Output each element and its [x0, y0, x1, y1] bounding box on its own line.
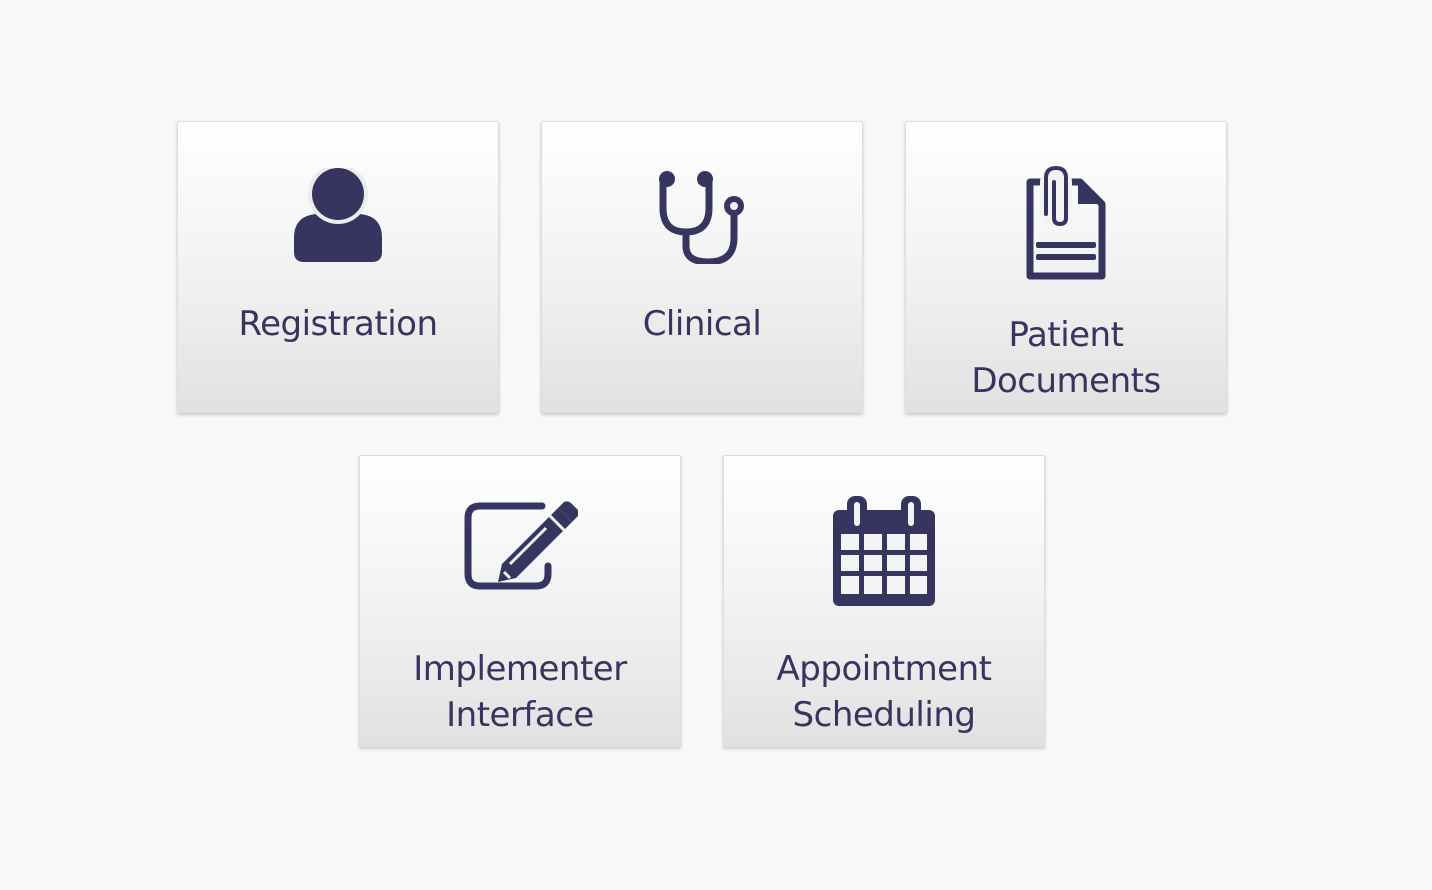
- calendar-icon: [724, 494, 1044, 608]
- patient-documents-tile[interactable]: Patient Documents: [905, 121, 1227, 413]
- appointment-scheduling-label-line-1: Appointment: [776, 649, 992, 689]
- registration-label: Registration: [178, 301, 498, 347]
- registration-label-line-1: Registration: [238, 304, 438, 344]
- appointment-scheduling-label: Appointment Scheduling: [724, 646, 1044, 738]
- edit-pencil-icon: [360, 500, 680, 592]
- implementer-interface-label-line-2: Interface: [446, 695, 594, 735]
- app-launcher: Registration Clinical Patient Documents …: [0, 0, 1432, 890]
- registration-tile[interactable]: Registration: [177, 121, 499, 413]
- clinical-label-line-1: Clinical: [642, 304, 762, 344]
- appointment-scheduling-tile[interactable]: Appointment Scheduling: [723, 455, 1045, 747]
- user-icon: [178, 168, 498, 264]
- clinical-tile[interactable]: Clinical: [541, 121, 863, 413]
- appointment-scheduling-label-line-2: Scheduling: [792, 695, 976, 735]
- implementer-interface-tile[interactable]: Implementer Interface: [359, 455, 681, 747]
- patient-documents-label: Patient Documents: [906, 312, 1226, 404]
- attached-document-icon: [906, 164, 1226, 280]
- implementer-interface-label-line-1: Implementer: [413, 649, 627, 689]
- patient-documents-label-line-2: Documents: [971, 361, 1161, 401]
- patient-documents-label-line-1: Patient: [1008, 315, 1124, 355]
- stethoscope-icon: [542, 168, 862, 264]
- clinical-label: Clinical: [542, 301, 862, 347]
- implementer-interface-label: Implementer Interface: [360, 646, 680, 738]
